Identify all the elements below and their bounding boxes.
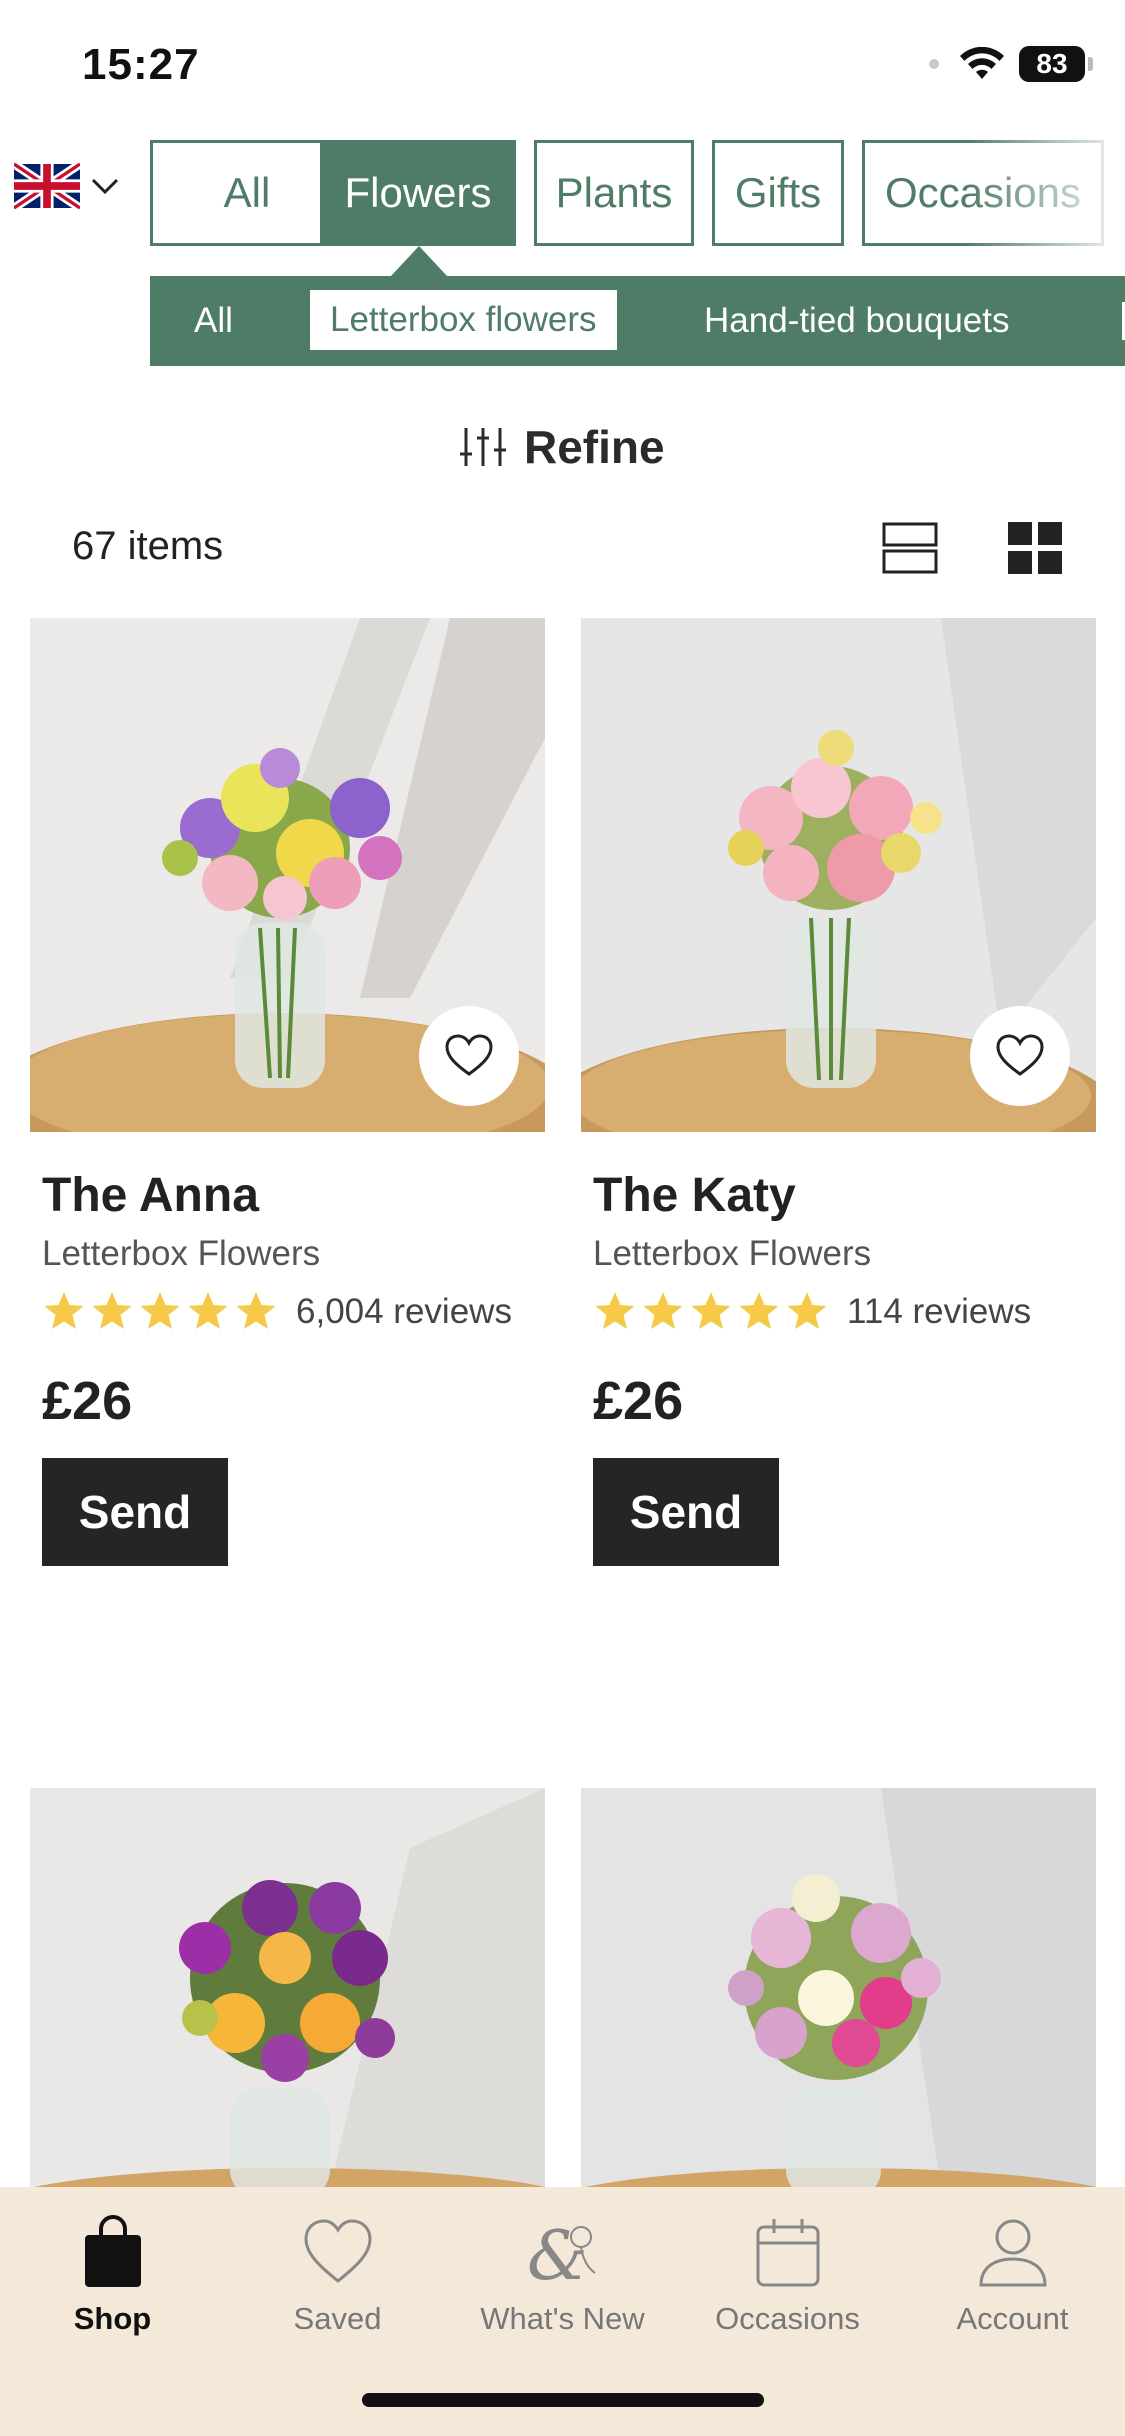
grid-view-icon[interactable] (1008, 522, 1062, 574)
tab-plants[interactable]: Plants (534, 140, 694, 246)
product-image[interactable] (30, 618, 545, 1132)
product-image[interactable] (581, 1788, 1096, 2188)
user-icon (978, 2219, 1047, 2287)
bouquet-image (30, 1788, 545, 2188)
product-card[interactable] (30, 1788, 545, 2188)
tab-label: Occasions (884, 169, 1082, 216)
product-rating: 114 reviews (593, 1290, 1031, 1334)
product-card[interactable]: The Katy Letterbox Flowers 114 reviews £… (581, 618, 1096, 1578)
tab-flowers[interactable]: Flowers (320, 140, 516, 246)
send-button[interactable]: Send (42, 1458, 228, 1566)
tab-gifts[interactable]: Gifts (712, 140, 844, 246)
heart-icon (303, 2219, 372, 2283)
refine-label: Refine (524, 421, 665, 473)
review-count[interactable]: 6,004 reviews (296, 1292, 512, 1332)
save-heart-button[interactable] (970, 1006, 1070, 1106)
product-price: £26 (593, 1371, 684, 1431)
heart-icon (996, 1034, 1044, 1076)
heart-icon (445, 1034, 493, 1076)
bouquet-image (581, 1788, 1096, 2188)
tab-label: Gifts (734, 169, 822, 216)
category-tabs: All Flowers Plants Gifts Occasions (150, 140, 1125, 246)
status-bar: 15:27 83 (0, 0, 1125, 130)
tab-all[interactable]: All (150, 140, 344, 246)
tab-whats-new[interactable]: & What's New (450, 2215, 675, 2337)
tab-label: Account (956, 2301, 1069, 2336)
subcategory-hand-tied-bouquets[interactable]: Hand-tied bouquets (704, 276, 1010, 366)
region-selector[interactable] (14, 162, 120, 210)
home-indicator[interactable] (362, 2393, 764, 2407)
subcategory-all[interactable]: All (194, 276, 233, 366)
status-dot (929, 59, 939, 69)
tab-label: Occasions (715, 2301, 860, 2336)
calendar-icon (756, 2219, 819, 2287)
sliders-icon (460, 428, 506, 466)
product-subtitle: Letterbox Flowers (593, 1234, 872, 1273)
active-tab-caret (391, 246, 447, 276)
battery-level: 83 (1036, 48, 1068, 79)
product-card[interactable] (581, 1788, 1096, 2188)
tab-label: Shop (73, 2301, 152, 2336)
status-indicators: 83 (929, 46, 1093, 82)
tab-account[interactable]: Account (900, 2215, 1125, 2337)
ampersand-floral-icon: & (527, 2217, 596, 2291)
product-title[interactable]: The Anna (42, 1168, 259, 1223)
product-subtitle: Letterbox Flowers (42, 1234, 321, 1273)
product-image[interactable] (581, 618, 1096, 1132)
subcategory-letterbox-flowers[interactable]: Letterbox flowers (310, 290, 617, 350)
subcategory-bar: All Letterbox flowers Hand-tied bouquets (150, 276, 1125, 366)
item-count: 67 items (72, 524, 224, 568)
product-rating: 6,004 reviews (42, 1290, 512, 1334)
list-view-icon[interactable] (882, 522, 938, 574)
review-count[interactable]: 114 reviews (847, 1292, 1031, 1332)
send-button[interactable]: Send (593, 1458, 779, 1566)
status-time: 15:27 (82, 40, 200, 89)
tab-label: Plants (555, 169, 673, 216)
battery-icon: 83 (1019, 46, 1093, 82)
product-price: £26 (42, 1371, 133, 1431)
tab-saved[interactable]: Saved (225, 2215, 450, 2337)
shopping-bag-icon (84, 2215, 141, 2287)
tab-label: Saved (293, 2301, 382, 2336)
product-card[interactable]: The Anna Letterbox Flowers 6,004 reviews… (30, 618, 545, 1578)
product-title[interactable]: The Katy (593, 1168, 796, 1223)
save-heart-button[interactable] (419, 1006, 519, 1106)
star-rating-icon (595, 1292, 827, 1329)
tab-label: Flowers (344, 169, 492, 216)
tab-shop[interactable]: Shop (0, 2215, 225, 2337)
chevron-down-icon (91, 178, 119, 195)
refine-button[interactable]: Refine (460, 420, 665, 474)
uk-flag-icon (14, 162, 80, 210)
tab-label: All (223, 169, 271, 216)
product-image[interactable] (30, 1788, 545, 2188)
wifi-icon (960, 47, 1004, 79)
star-rating-icon (44, 1292, 276, 1329)
tab-occasions[interactable]: Occasions (675, 2215, 900, 2337)
tab-label: What's New (480, 2301, 645, 2336)
tab-occasions[interactable]: Occasions (862, 140, 1104, 246)
